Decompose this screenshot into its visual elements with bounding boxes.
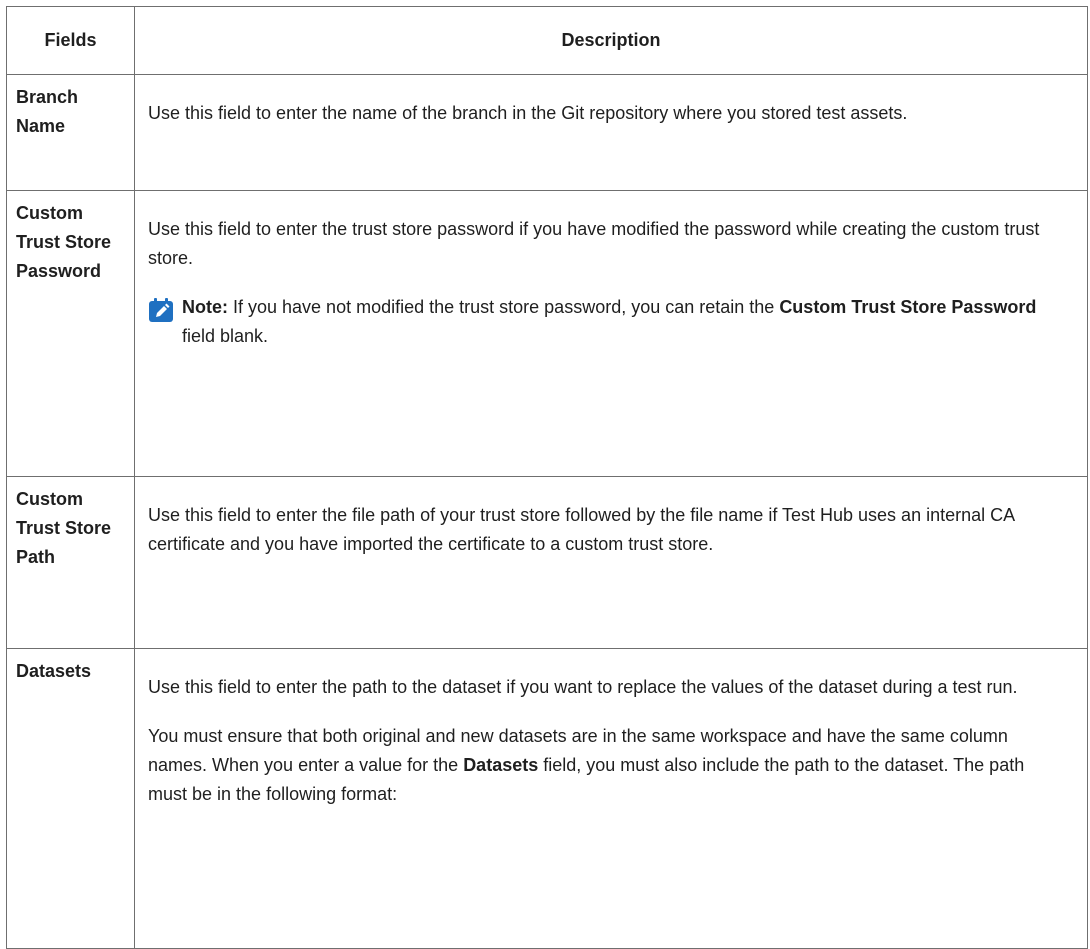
description-text: Use this field to enter the file path of…	[148, 505, 1015, 554]
note-text: Note: If you have not modified the trust…	[182, 293, 1047, 351]
table-row: Branch Name Use this field to enter the …	[6, 74, 1088, 191]
note-text-after: field blank.	[182, 326, 269, 346]
field-name: Branch Name	[6, 74, 135, 191]
header-fields: Fields	[6, 6, 135, 75]
field-description: Use this field to enter the path to the …	[134, 648, 1088, 949]
note-block: Note: If you have not modified the trust…	[148, 293, 1047, 351]
note-bold-field: Cus­tom Trust Store Password	[779, 297, 1037, 317]
fields-table: Fields Description Branch Name Use this …	[6, 6, 1088, 949]
description-text: You must ensure that both original and n…	[148, 722, 1047, 809]
note-label: Note:	[182, 297, 228, 317]
table-header-row: Fields Description	[6, 6, 1088, 75]
pencil-note-icon	[149, 298, 173, 322]
table-row: Custom Trust Store Pass­word Use this fi…	[6, 190, 1088, 477]
note-text-before: If you have not modified the trust store…	[228, 297, 780, 317]
datasets-bold: Datasets	[463, 755, 539, 775]
description-text: Use this field to enter the trust store …	[148, 219, 1040, 268]
field-description: Use this field to enter the name of the …	[134, 74, 1088, 191]
description-text: Use this field to enter the path to the …	[148, 677, 1018, 697]
field-name: Custom Trust Store Pass­word	[6, 190, 135, 477]
field-description: Use this field to enter the file path of…	[134, 476, 1088, 649]
field-name: Datasets	[6, 648, 135, 949]
field-description: Use this field to enter the trust store …	[134, 190, 1088, 477]
description-text: Use this field to enter the name of the …	[148, 103, 908, 123]
table-row: Custom Trust Store Path Use this field t…	[6, 476, 1088, 649]
table-row: Datasets Use this field to enter the pat…	[6, 648, 1088, 949]
header-description: Description	[134, 6, 1088, 75]
field-name: Custom Trust Store Path	[6, 476, 135, 649]
